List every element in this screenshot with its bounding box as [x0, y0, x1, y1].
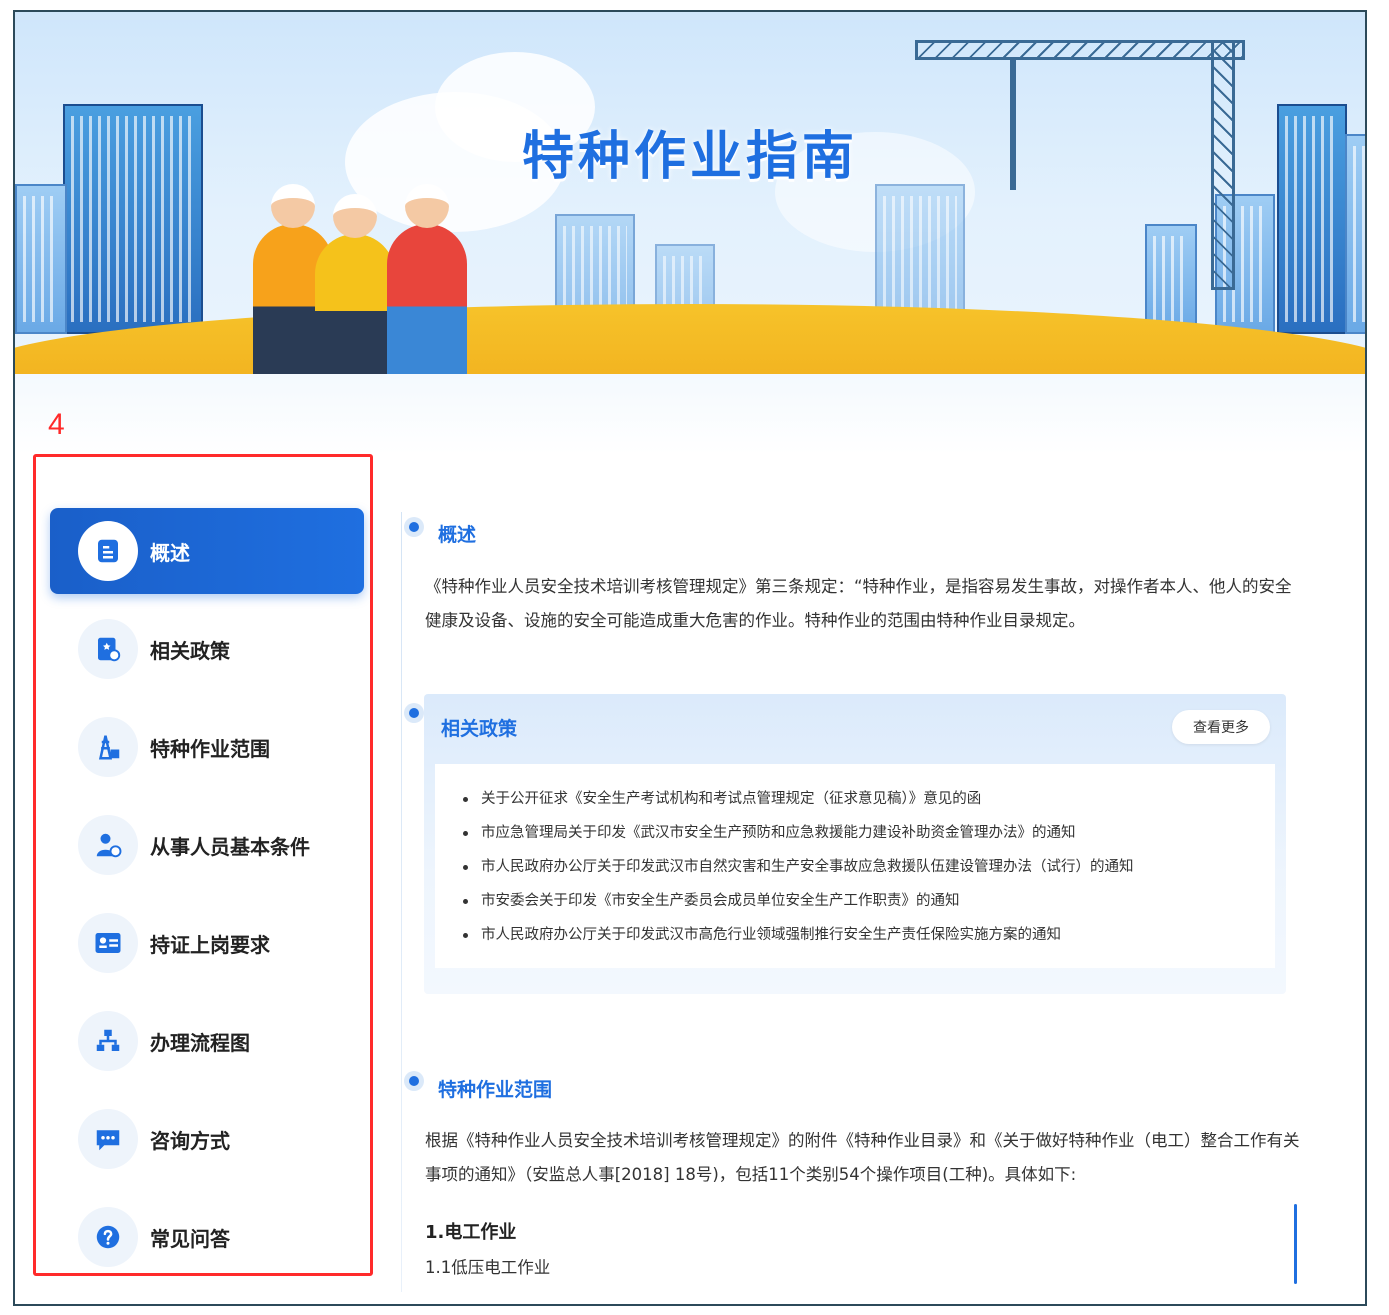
id-card-icon — [78, 913, 138, 973]
crane-jib-illustration — [915, 40, 1245, 60]
view-more-button[interactable]: 查看更多 — [1172, 710, 1270, 744]
annotation-number: 4 — [48, 408, 65, 441]
worker-illustration — [315, 194, 395, 374]
scope-subitem: 1.1低压电工作业 — [425, 1258, 551, 1277]
section-title-policy: 相关政策 — [441, 718, 518, 740]
timeline-dot — [409, 522, 419, 532]
sidebar-item-label: 咨询方式 — [150, 1128, 230, 1153]
section-title-overview: 概述 — [438, 524, 477, 546]
timeline-dot — [409, 1076, 419, 1086]
hero-banner: 特种作业指南 — [15, 12, 1365, 374]
timeline-dot — [409, 708, 419, 718]
sidebar-item-label: 持证上岗要求 — [150, 932, 270, 957]
policy-card: 相关政策 查看更多 关于公开征求《安全生产考试机构和考试点管理规定（征求意见稿）… — [424, 694, 1286, 994]
sidebar-nav: 概述 相关政策 特种作业范围 从事人员基本条件 持证上岗要求 办理流程图 咨询方… — [50, 508, 364, 1292]
scrollbar-thumb[interactable] — [1294, 1204, 1297, 1284]
scope-text: 根据《特种作业人员安全技术培训考核管理规定》的附件《特种作业目录》和《关于做好特… — [425, 1131, 1300, 1184]
scope-subheading: 1.电工作业 — [425, 1222, 517, 1243]
worker-illustration — [387, 184, 467, 374]
sidebar-item-overview[interactable]: 概述 — [50, 508, 364, 594]
flowchart-icon — [78, 1011, 138, 1071]
policy-icon — [78, 619, 138, 679]
building-illustration — [1145, 224, 1197, 334]
sidebar-item-flowchart[interactable]: 办理流程图 — [50, 998, 364, 1084]
sidebar-item-label: 常见问答 — [150, 1226, 230, 1251]
document-icon — [78, 521, 138, 581]
sidebar-item-label: 特种作业范围 — [150, 736, 270, 761]
sidebar-item-label: 办理流程图 — [150, 1030, 250, 1055]
sidebar-item-faq[interactable]: 常见问答 — [50, 1194, 364, 1280]
policy-link[interactable]: 市人民政府办公厅关于印发武汉市自然灾害和生产安全事故应急救援队伍建设管理办法（试… — [463, 850, 1255, 884]
sidebar-item-contact[interactable]: 咨询方式 — [50, 1096, 364, 1182]
overview-text: 《特种作业人员安全技术培训考核管理规定》第三条规定：“特种作业，是指容易发生事故… — [425, 577, 1292, 630]
sidebar-item-label: 从事人员基本条件 — [150, 834, 310, 859]
tower-icon — [78, 717, 138, 777]
building-illustration — [15, 184, 67, 334]
sidebar-item-scope[interactable]: 特种作业范围 — [50, 704, 364, 790]
sidebar-item-requirements[interactable]: 从事人员基本条件 — [50, 802, 364, 888]
sidebar-item-label: 相关政策 — [150, 638, 230, 663]
policy-link[interactable]: 关于公开征求《安全生产考试机构和考试点管理规定（征求意见稿）》意见的函 — [463, 782, 1255, 816]
question-icon — [78, 1207, 138, 1267]
banner-fade — [15, 374, 1365, 454]
section-title-scope: 特种作业范围 — [438, 1079, 553, 1101]
user-icon — [78, 815, 138, 875]
banner-title: 特种作业指南 — [521, 127, 858, 187]
sidebar-item-certificate[interactable]: 持证上岗要求 — [50, 900, 364, 986]
policy-link[interactable]: 市安委会关于印发《市安全生产委员会成员单位安全生产工作职责》的通知 — [463, 884, 1255, 918]
sidebar-item-policy[interactable]: 相关政策 — [50, 606, 364, 692]
timeline-line — [401, 512, 402, 1292]
chat-icon — [78, 1109, 138, 1169]
policy-link[interactable]: 市人民政府办公厅关于印发武汉市高危行业领域强制推行安全生产责任保险实施方案的通知 — [463, 918, 1255, 952]
policy-list: 关于公开征求《安全生产考试机构和考试点管理规定（征求意见稿）》意见的函 市应急管… — [435, 764, 1275, 968]
policy-link[interactable]: 市应急管理局关于印发《武汉市安全生产预防和应急救援能力建设补助资金管理办法》的通… — [463, 816, 1255, 850]
sidebar-item-label: 概述 — [150, 540, 190, 565]
